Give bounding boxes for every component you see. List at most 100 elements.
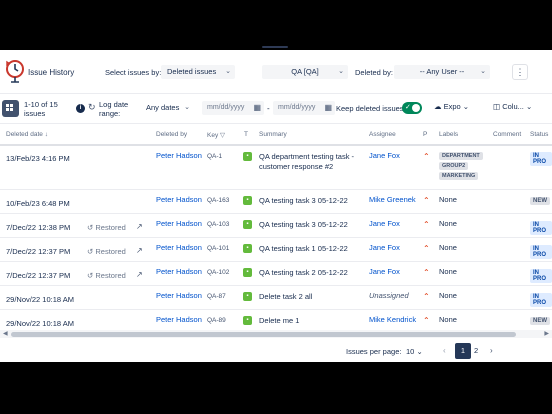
row-key[interactable]: QA-87 [207,293,226,300]
col-priority[interactable]: P [423,131,427,138]
date-from-placeholder: mm/dd/yyyy [207,104,245,111]
row-deleted-date: 7/Dec/22 12:37 PM [6,247,71,256]
label-badge[interactable]: GROUP2 [439,162,469,170]
external-link-icon[interactable]: ↗ [136,246,143,255]
row-summary[interactable]: QA testing task 3 05-12-22 [259,220,363,230]
row-deleted-by-link[interactable]: Peter Hadson [156,315,202,324]
export-button[interactable]: ☁ Expo ⌄ [434,102,469,111]
table-row[interactable]: 13/Feb/23 4:16 PM Peter Hadson QA-1 ▪ QA… [0,146,552,190]
row-assignee-link[interactable]: Mike Kendrick [369,315,416,324]
chevron-down-icon: ⌄ [338,68,344,75]
deleted-by-label: Deleted by: [355,68,393,77]
date-from-input[interactable]: mm/dd/yyyy ▦ [202,101,264,115]
priority-high-icon: ⌃ [423,316,430,325]
more-options-button[interactable]: ⋮ [512,64,528,80]
row-summary[interactable]: QA department testing task - customer re… [259,152,363,172]
next-page-button[interactable]: › [490,346,493,355]
scroll-right-icon[interactable]: ▶ [544,330,549,338]
per-page-select[interactable]: 10 ⌄ [406,347,423,356]
table-row[interactable]: 7/Dec/22 12:37 PM ↺ Restored ↗ Peter Had… [0,238,552,262]
chevron-down-icon: ⌄ [416,347,423,356]
row-assignee-link[interactable]: Jane Fox [369,243,400,252]
row-deleted-by-link[interactable]: Peter Hadson [156,219,202,228]
row-key[interactable]: QA-102 [207,269,229,276]
grid-view-button[interactable] [2,100,19,117]
label-badge[interactable]: MARKETING [439,172,479,180]
col-comment[interactable]: Comment [493,131,521,138]
filter-icon[interactable]: ▽ [220,132,225,139]
row-deleted-by-link[interactable]: Peter Hadson [156,195,202,204]
row-key[interactable]: QA-163 [207,197,229,204]
calendar-icon[interactable]: ▦ [324,101,332,115]
row-deleted-by-link[interactable]: Peter Hadson [156,151,202,160]
row-summary[interactable]: QA testing task 3 05-12-22 [259,196,363,206]
date-to-input[interactable]: mm/dd/yyyy ▦ [273,101,335,115]
row-key[interactable]: QA-1 [207,153,222,160]
row-assignee-link[interactable]: Jane Fox [369,219,400,228]
log-date-label-line1: Log date [99,100,129,109]
horizontal-scrollbar[interactable]: ◀ ▶ [0,330,552,338]
table-row[interactable]: 29/Nov/22 10:18 AM Peter Hadson QA-89 ▪ … [0,310,552,332]
restored-indicator: ↺ Restored [87,271,126,280]
table-row[interactable]: 10/Feb/23 6:48 PM Peter Hadson QA-163 ▪ … [0,190,552,214]
col-deleted-by[interactable]: Deleted by [156,131,187,138]
row-deleted-by-link[interactable]: Peter Hadson [156,243,202,252]
restore-icon: ↺ [87,247,94,256]
row-deleted-by-link[interactable]: Peter Hadson [156,267,202,276]
table-row[interactable]: 29/Nov/22 10:18 AM Peter Hadson QA-87 ▪ … [0,286,552,310]
user-filter-select[interactable]: -- Any User -- ⌄ [394,65,490,79]
keep-deleted-toggle[interactable]: ✓ [402,102,422,114]
row-assignee-link[interactable]: Jane Fox [369,151,400,160]
cloud-export-icon: ☁ [434,102,442,111]
info-icon[interactable]: i [76,104,85,113]
prev-page-button[interactable]: ‹ [443,346,446,355]
table-row[interactable]: 7/Dec/22 12:38 PM ↺ Restored ↗ Peter Had… [0,214,552,238]
label-badge[interactable]: DEPARTMENT [439,152,483,160]
col-deleted-date[interactable]: Deleted date ↓ [6,131,48,138]
clock-history-logo-icon [6,60,24,83]
external-link-icon[interactable]: ↗ [136,270,143,279]
col-labels[interactable]: Labels [439,131,458,138]
row-deleted-date: 7/Dec/22 12:37 PM [6,271,71,280]
row-summary[interactable]: QA testing task 2 05-12-22 [259,268,363,278]
external-link-icon[interactable]: ↗ [136,222,143,231]
priority-high-icon: ⌃ [423,196,430,205]
row-deleted-by-link[interactable]: Peter Hadson [156,291,202,300]
per-page-value: 10 [406,347,415,356]
chevron-down-icon: ⌄ [225,68,231,75]
refresh-icon[interactable]: ↻ [88,102,96,113]
row-assignee-link[interactable]: Mike Greenek [369,195,416,204]
page-button-current[interactable]: 1 [455,343,471,359]
toolbar: 1-10 of 15 issues i ↻ Log date range: An… [0,94,552,124]
row-key[interactable]: QA-89 [207,317,226,324]
log-date-label-line2: range: [99,109,121,118]
calendar-icon[interactable]: ▦ [253,101,261,115]
dates-filter-select[interactable]: Any dates ⌄ [140,101,194,115]
status-badge: IN PRO [530,221,552,235]
row-summary[interactable]: Delete me 1 [259,316,363,326]
col-status[interactable]: Status [530,131,548,138]
columns-button[interactable]: ◫ Colu... ⌄ [493,102,532,111]
scrollbar-thumb[interactable] [11,332,516,337]
col-assignee[interactable]: Assignee [369,131,396,138]
row-key[interactable]: QA-103 [207,221,229,228]
row-key[interactable]: QA-101 [207,245,229,252]
row-summary[interactable]: QA testing task 1 05-12-22 [259,244,363,254]
scroll-left-icon[interactable]: ◀ [3,330,8,338]
status-badge: IN PRO [530,269,552,283]
row-summary[interactable]: Delete task 2 all [259,292,363,302]
col-key-label: Key [207,132,219,139]
page-button[interactable]: 2 [474,346,478,355]
col-summary[interactable]: Summary [259,131,287,138]
story-icon: ▪ [243,152,252,161]
per-page-label: Issues per page: [346,347,402,356]
table-row[interactable]: 7/Dec/22 12:37 PM ↺ Restored ↗ Peter Had… [0,262,552,286]
col-type[interactable]: T [244,131,248,138]
issues-filter-select[interactable]: Deleted issues ⌄ [161,65,235,79]
row-assignee-link[interactable]: Jane Fox [369,267,400,276]
project-select[interactable]: QA [QA] ⌄ [262,65,348,79]
col-key[interactable]: Key ▽ [207,131,225,139]
row-labels: None [439,219,457,228]
issue-count-range: 1-10 of 15 [24,100,58,109]
priority-high-icon: ⌃ [423,220,430,229]
